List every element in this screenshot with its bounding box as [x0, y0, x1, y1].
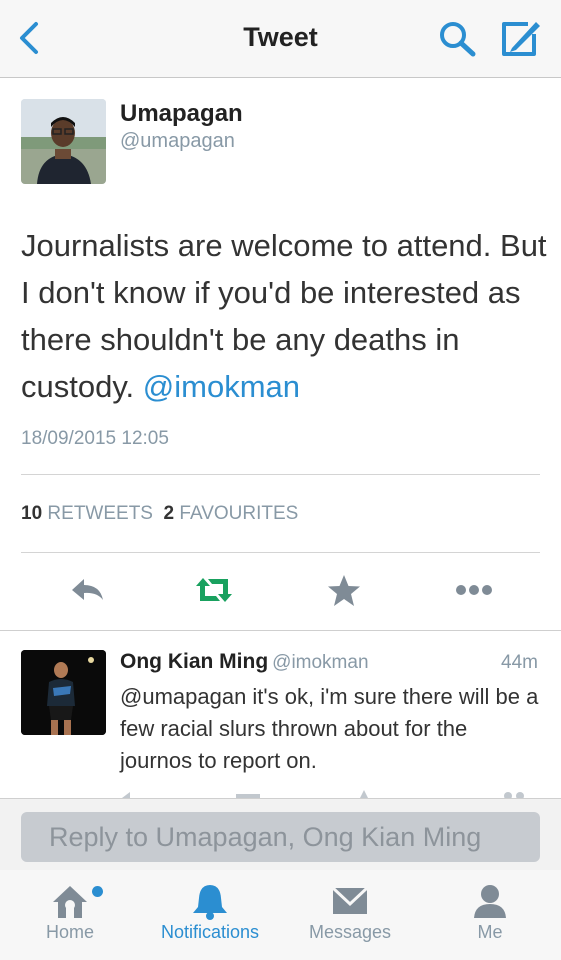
tab-label: Messages	[308, 922, 392, 942]
tab-label: Notifications	[160, 922, 260, 942]
retweet-count[interactable]: 10	[21, 503, 42, 524]
favourite-count[interactable]: 2	[164, 503, 175, 524]
reply-author-handle[interactable]: @imokman	[272, 652, 368, 673]
reply-time: 44m	[501, 652, 538, 673]
reply-author[interactable]: Ong Kian Ming @imokman	[120, 650, 369, 674]
author-handle[interactable]: @umapagan	[120, 130, 235, 153]
compose-icon[interactable]	[498, 18, 544, 58]
home-icon	[53, 886, 87, 918]
more-options-icon[interactable]	[452, 570, 496, 610]
mention-link[interactable]: @imokman	[143, 369, 300, 404]
favourite-star-icon[interactable]	[322, 570, 366, 610]
tab-messages[interactable]: Messages	[297, 876, 403, 960]
retweet-label[interactable]: RETWEETS	[47, 503, 153, 524]
navigation-bar: Tweet	[0, 0, 561, 78]
person-icon	[474, 885, 506, 918]
tweet-stats: 10 RETWEETS 2 FAVOURITES	[21, 503, 298, 525]
bell-icon	[193, 885, 227, 920]
tab-label: Me	[477, 922, 503, 942]
reply-input[interactable]: Reply to Umapagan, Ong Kian Ming	[21, 812, 540, 862]
reply-icon[interactable]	[66, 570, 110, 610]
tab-notifications[interactable]: Notifications	[147, 876, 273, 960]
tweet-text: Journalists are welcome to attend. But I…	[21, 222, 551, 410]
divider	[21, 552, 540, 553]
section-divider	[0, 630, 561, 631]
favourite-label[interactable]: FAVOURITES	[179, 503, 298, 524]
divider	[21, 474, 540, 475]
author-avatar[interactable]	[21, 99, 106, 184]
retweet-icon[interactable]	[192, 570, 236, 610]
author-name[interactable]: Umapagan	[120, 100, 243, 128]
reply-author-name[interactable]: Ong Kian Ming	[120, 650, 268, 673]
reply-text: @umapagan it's ok, i'm sure there will b…	[120, 684, 539, 773]
tab-me[interactable]: Me	[450, 876, 530, 960]
tab-label: Home	[45, 922, 94, 942]
envelope-icon	[331, 886, 369, 914]
notification-dot	[92, 886, 103, 897]
search-icon[interactable]	[438, 20, 478, 58]
tweet-timestamp: 18/09/2015 12:05	[21, 428, 169, 449]
reply-author-avatar[interactable]	[21, 650, 106, 735]
